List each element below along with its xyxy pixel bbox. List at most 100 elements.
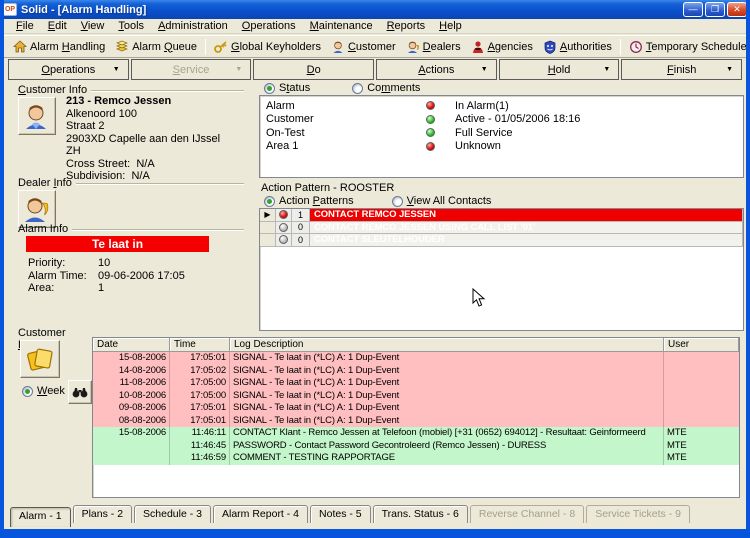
log-row[interactable]: 09-08-200617:05:01SIGNAL - Te laat in (*…	[93, 402, 739, 415]
current-row-marker: ▶	[260, 209, 276, 222]
radio-dot-icon	[264, 196, 275, 207]
radio-dot-icon	[264, 83, 275, 94]
log-row[interactable]: 15-08-200611:46:11CONTACT Klant - Remco …	[93, 427, 739, 440]
search-logs-button[interactable]	[68, 380, 92, 404]
customer-name: 213 - Remco Jessen	[66, 95, 220, 108]
alarm-time-value: 09-06-2006 17:05	[98, 270, 185, 283]
chevron-down-icon: ▼	[726, 66, 733, 73]
tab-notes[interactable]: Notes - 5	[310, 505, 371, 523]
customer-address-line: 2903XD Capelle aan den IJssel	[66, 133, 220, 146]
toolbar: Alarm Handling Alarm Queue Global Keyhol…	[4, 35, 746, 58]
menu-file[interactable]: File	[10, 19, 40, 33]
action-bar: Operations▼ Service▼ Do Actions▼ Hold▼ F…	[8, 59, 742, 80]
column-header-time[interactable]: Time	[170, 338, 230, 352]
agencies-button[interactable]: Agencies	[466, 38, 538, 56]
dealers-button[interactable]: Dealers	[401, 38, 466, 56]
action-pattern-panel: ▶ 1 CONTACT REMCO JESSEN 0 CONTACT REMCO…	[259, 208, 744, 331]
title-bar: OP Solid - [Alarm Handling] — ❐ ✕	[0, 0, 750, 19]
mouse-cursor	[472, 288, 486, 308]
menu-maintenance[interactable]: Maintenance	[304, 19, 379, 33]
chevron-down-icon: ▼	[113, 66, 120, 73]
main-content: Customer Info 213 - Remco Jessen Alkenoo…	[4, 80, 746, 503]
priority-label: Priority:	[28, 257, 98, 270]
column-header-description[interactable]: Log Description	[230, 338, 664, 352]
menu-help[interactable]: Help	[433, 19, 468, 33]
action-pattern-row[interactable]: CONTACT SLEUTELHOUDER	[310, 234, 743, 247]
finish-button[interactable]: Finish▼	[621, 59, 742, 80]
week-radio[interactable]: Week	[22, 385, 65, 397]
menu-reports[interactable]: Reports	[381, 19, 432, 33]
customer-logs-table[interactable]: Date Time Log Description User 15-08-200…	[92, 337, 740, 498]
customer-photo-button[interactable]	[18, 97, 56, 135]
action-pattern-row[interactable]: CONTACT REMCO JESSEN	[310, 209, 743, 222]
tab-schedule[interactable]: Schedule - 3	[134, 505, 211, 523]
comments-radio[interactable]: Comments	[352, 82, 420, 94]
log-row[interactable]: 15-08-200617:05:01SIGNAL - Te laat in (*…	[93, 352, 739, 365]
menu-operations[interactable]: Operations	[236, 19, 302, 33]
chevron-down-icon: ▼	[235, 66, 242, 73]
person-icon	[406, 40, 420, 54]
status-list: AlarmIn Alarm(1) CustomerActive - 01/05/…	[259, 95, 744, 178]
person-icon	[331, 40, 345, 54]
menu-bar: File Edit View Tools Administration Oper…	[4, 19, 746, 34]
log-row[interactable]: 10-08-200617:05:00SIGNAL - Te laat in (*…	[93, 390, 739, 403]
current-row-marker	[260, 222, 276, 235]
customer-logs-button[interactable]	[20, 340, 60, 378]
attempt-count: 1	[292, 209, 310, 222]
minimize-button-icon[interactable]: —	[683, 2, 703, 17]
do-button[interactable]: Do	[253, 59, 374, 80]
status-row: Area 1Unknown	[260, 140, 743, 154]
radio-dot-icon	[352, 83, 363, 94]
log-row[interactable]: 11-08-200617:05:00SIGNAL - Te laat in (*…	[93, 377, 739, 390]
authorities-button[interactable]: Authorities	[538, 38, 617, 56]
tab-trans-status[interactable]: Trans. Status - 6	[373, 505, 468, 523]
red-led-icon	[426, 142, 435, 151]
clock-icon	[629, 40, 643, 54]
alarm-queue-button[interactable]: Alarm Queue	[110, 38, 202, 56]
operations-button[interactable]: Operations▼	[8, 59, 129, 80]
restore-button-icon[interactable]: ❐	[705, 2, 725, 17]
green-led-icon	[426, 115, 435, 124]
tab-service-tickets: Service Tickets - 9	[586, 505, 690, 523]
log-row[interactable]: 11:46:45PASSWORD - Contact Password Geco…	[93, 440, 739, 453]
red-led-icon	[426, 101, 435, 110]
alarm-time-label: Alarm Time:	[28, 270, 98, 283]
global-keyholders-button[interactable]: Global Keyholders	[209, 38, 326, 56]
area-label: Area:	[28, 282, 98, 295]
gray-led-icon	[276, 234, 292, 247]
current-row-marker	[260, 234, 276, 247]
status-radio[interactable]: Status	[264, 82, 310, 94]
status-row: On-TestFull Service	[260, 126, 743, 140]
tab-alarm-report[interactable]: Alarm Report - 4	[213, 505, 308, 523]
action-pattern-row[interactable]: CONTACT REMCO JESSEN USING CALL LIST '01…	[310, 222, 743, 235]
priority-value: 10	[98, 257, 110, 270]
log-row[interactable]: 08-08-200617:05:01SIGNAL - Te laat in (*…	[93, 415, 739, 428]
house-icon	[13, 40, 27, 54]
tab-alarm[interactable]: Alarm - 1	[10, 507, 71, 527]
attempt-count: 0	[292, 234, 310, 247]
hold-button[interactable]: Hold▼	[499, 59, 620, 80]
badge-icon	[543, 40, 557, 54]
customer-button[interactable]: Customer	[326, 38, 401, 56]
close-button-icon[interactable]: ✕	[727, 2, 747, 17]
menu-view[interactable]: View	[75, 19, 111, 33]
action-patterns-radio[interactable]: Action Patterns	[264, 195, 354, 207]
app-window: OP Solid - [Alarm Handling] — ❐ ✕ File E…	[0, 0, 750, 538]
tab-plans[interactable]: Plans - 2	[73, 505, 132, 523]
view-all-contacts-radio[interactable]: View All Contacts	[392, 195, 492, 207]
menu-administration[interactable]: Administration	[152, 19, 234, 33]
log-row[interactable]: 11:46:59COMMENT - TESTING RAPPORTAGEMTE	[93, 452, 739, 465]
radio-dot-icon	[22, 386, 33, 397]
column-header-user[interactable]: User	[664, 338, 739, 352]
customer-address-line: Straat 2	[66, 120, 220, 133]
red-led-icon	[276, 209, 292, 222]
alarm-handling-button[interactable]: Alarm Handling	[8, 38, 110, 56]
action-pattern-title: Action Pattern - ROOSTER	[261, 182, 394, 194]
customer-address-block: 213 - Remco Jessen Alkenoord 100 Straat …	[66, 95, 220, 183]
menu-edit[interactable]: Edit	[42, 19, 73, 33]
menu-tools[interactable]: Tools	[112, 19, 150, 33]
log-row[interactable]: 14-08-200617:05:02SIGNAL - Te laat in (*…	[93, 365, 739, 378]
column-header-date[interactable]: Date	[93, 338, 170, 352]
actions-button[interactable]: Actions▼	[376, 59, 497, 80]
temporary-schedule-button[interactable]: Temporary Schedule	[624, 38, 750, 56]
